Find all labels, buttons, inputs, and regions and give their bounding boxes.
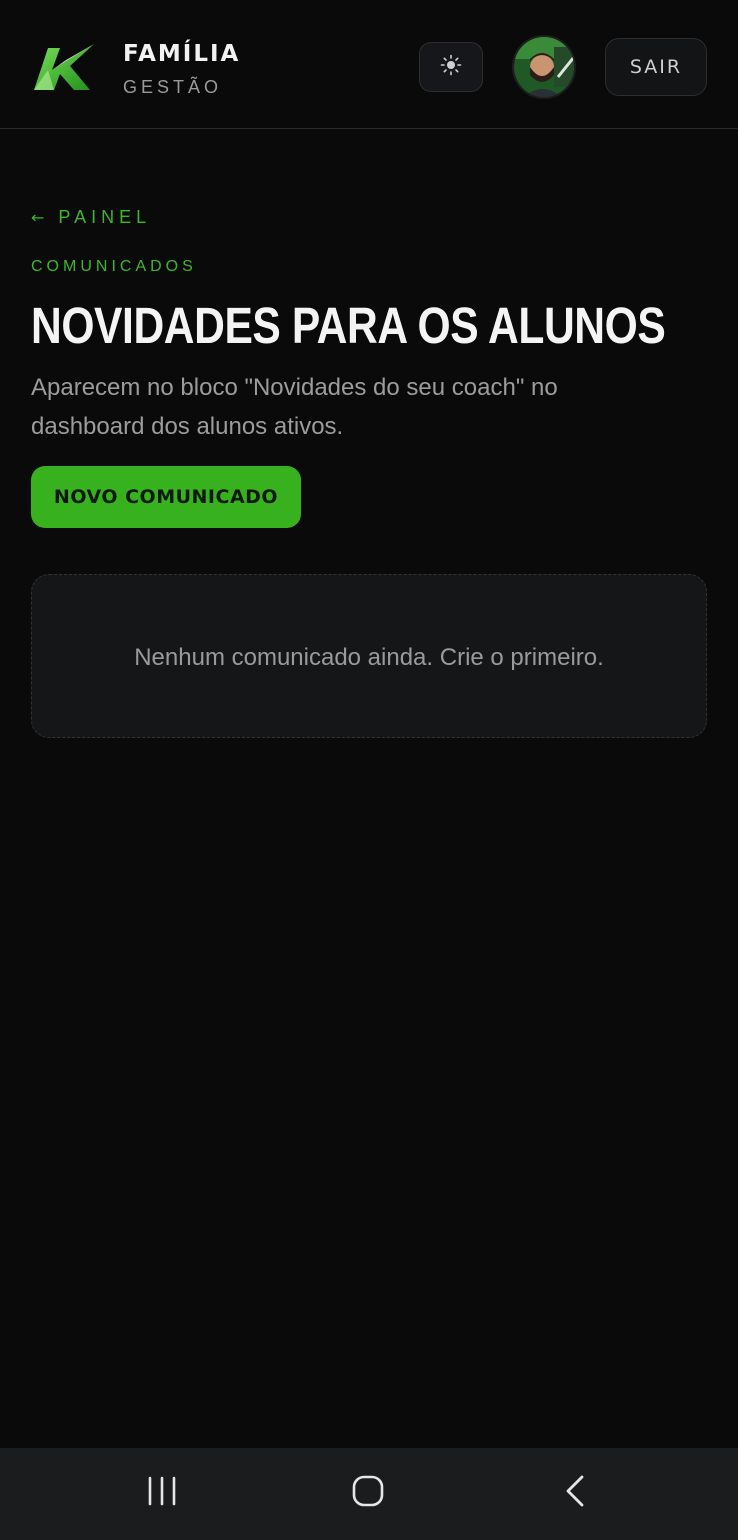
app-header: FAMÍLIA GESTÃO SAIR [0, 0, 738, 129]
recents-button[interactable] [127, 1468, 197, 1518]
theme-toggle-button[interactable] [419, 42, 483, 92]
empty-state-text: Nenhum comunicado ainda. Crie o primeiro… [134, 644, 604, 671]
page: FAMÍLIA GESTÃO SAIR ← PAINEL COMUNICADOS… [0, 0, 738, 1540]
back-chevron-icon [563, 1474, 587, 1513]
home-icon [351, 1474, 385, 1513]
back-to-panel-link[interactable]: ← PAINEL [31, 207, 151, 228]
avatar[interactable] [512, 35, 576, 99]
page-title: NOVIDADES PARA OS ALUNOS [31, 297, 666, 354]
home-button[interactable] [333, 1468, 403, 1518]
page-description: Aparecem no bloco "Novidades do seu coac… [31, 374, 558, 440]
brand-logo-icon[interactable] [30, 40, 98, 94]
logout-button[interactable]: SAIR [605, 38, 707, 96]
back-link-label: PAINEL [58, 207, 152, 227]
arrow-left-icon: ← [31, 208, 45, 227]
new-announcement-button[interactable]: NOVO COMUNICADO [31, 466, 301, 528]
brand-title: FAMÍLIA [123, 41, 241, 67]
sun-icon [440, 54, 462, 81]
empty-state-card: Nenhum comunicado ainda. Crie o primeiro… [31, 574, 707, 738]
section-eyebrow: COMUNICADOS [31, 258, 197, 275]
recents-icon [145, 1475, 179, 1512]
system-nav-bar [0, 1448, 738, 1540]
system-back-button[interactable] [540, 1468, 610, 1518]
brand-subtitle: GESTÃO [123, 77, 223, 97]
